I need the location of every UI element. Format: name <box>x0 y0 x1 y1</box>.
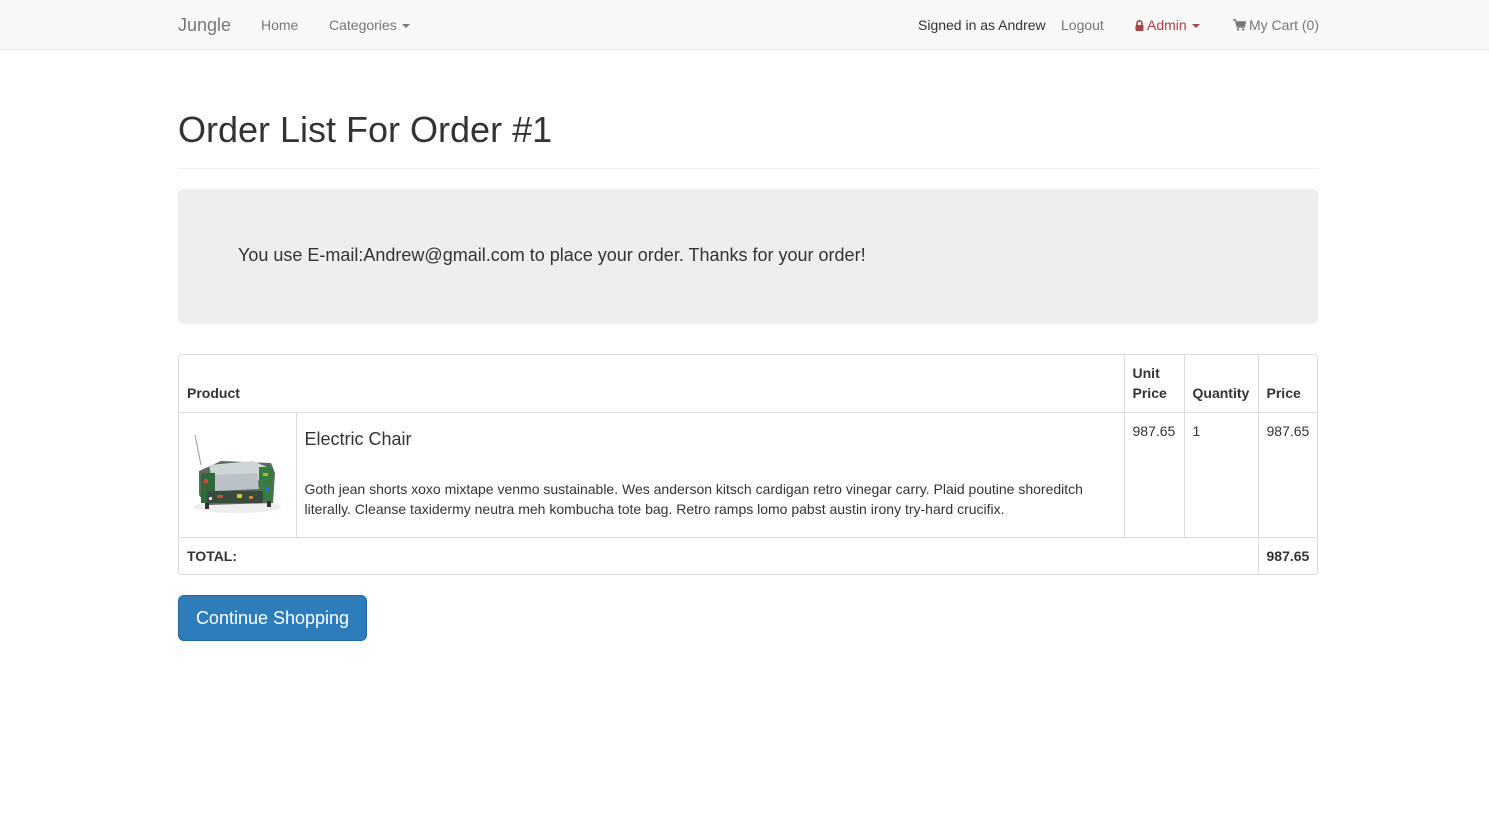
admin-label: Admin <box>1147 17 1187 33</box>
nav-categories-label: Categories <box>329 17 397 33</box>
order-confirmation-message: You use E-mail:Andrew@gmail.com to place… <box>238 245 866 265</box>
cart-icon <box>1233 19 1246 31</box>
chevron-down-icon <box>1191 24 1200 29</box>
total-label: TOTAL: <box>179 537 1259 574</box>
quantity-cell: 1 <box>1183 412 1259 538</box>
table-row: Electric Chair Goth jean shorts xoxo mix… <box>179 412 1317 538</box>
continue-shopping-button[interactable]: Continue Shopping <box>178 595 367 641</box>
product-description: Goth jean shorts xoxo mixtape venmo sust… <box>304 481 1083 517</box>
top-navbar: Jungle Home Categories Signed in as Andr… <box>0 0 1489 50</box>
header-product: Product <box>179 355 1125 413</box>
my-cart-label: My Cart (0) <box>1249 17 1319 33</box>
unit-price-cell: 987.65 <box>1123 412 1185 538</box>
title-divider <box>178 168 1318 169</box>
nav-categories-dropdown[interactable]: Categories <box>329 0 410 50</box>
header-unit-price: Unit Price <box>1123 355 1185 413</box>
logout-link[interactable]: Logout <box>1061 0 1104 50</box>
brand-link[interactable]: Jungle <box>178 0 231 50</box>
price-cell: 987.65 <box>1257 412 1317 538</box>
product-image <box>193 434 281 513</box>
nav-home-link[interactable]: Home <box>261 0 298 50</box>
table-header-row: Product Unit Price Quantity Price <box>179 355 1317 413</box>
lock-icon <box>1135 20 1144 31</box>
order-notice: You use E-mail:Andrew@gmail.com to place… <box>178 189 1318 324</box>
product-info-cell: Electric Chair Goth jean shorts xoxo mix… <box>295 412 1125 538</box>
total-row: TOTAL: 987.65 <box>179 537 1317 574</box>
page-title: Order List For Order #1 <box>178 109 553 150</box>
chevron-down-icon <box>401 24 410 29</box>
admin-dropdown[interactable]: Admin <box>1135 0 1200 50</box>
signed-in-text: Signed in as Andrew <box>918 17 1046 33</box>
product-image-cell <box>179 412 297 538</box>
order-items-panel: Product Unit Price Quantity Price Electr… <box>178 354 1318 575</box>
product-name: Electric Chair <box>304 429 412 449</box>
total-value: 987.65 <box>1257 537 1317 574</box>
order-items-table: Product Unit Price Quantity Price Electr… <box>179 355 1317 574</box>
header-price: Price <box>1257 355 1317 413</box>
my-cart-link[interactable]: My Cart (0) <box>1233 0 1319 50</box>
header-quantity: Quantity <box>1183 355 1259 413</box>
